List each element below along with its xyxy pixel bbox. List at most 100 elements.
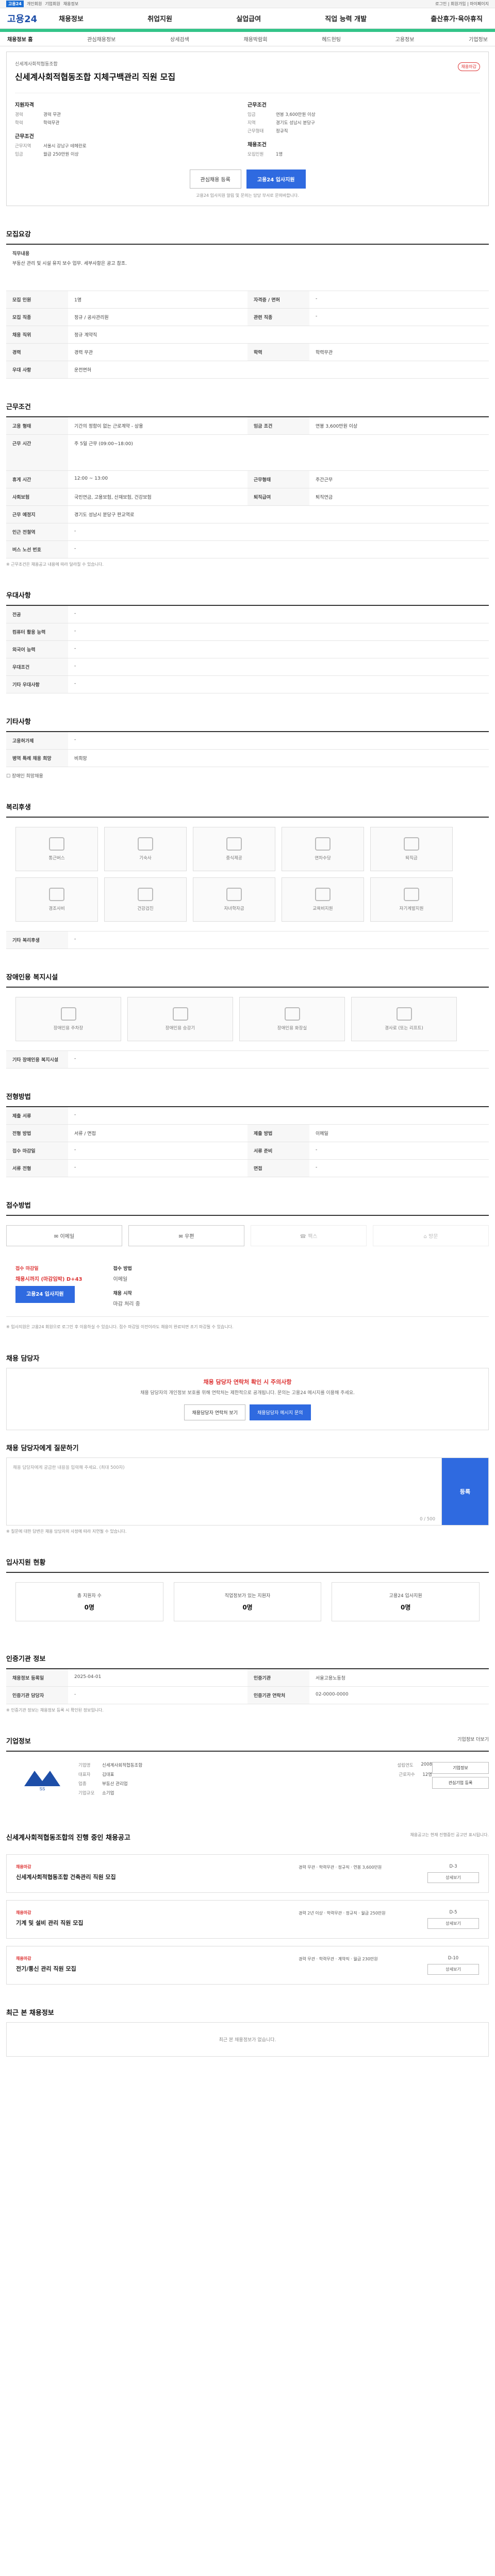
topbar-logo[interactable]: 고용24 [6, 1, 24, 7]
welfare-label: 경조사비 [48, 906, 65, 911]
question-submit-button[interactable]: 등록 [442, 1458, 488, 1525]
job-card[interactable]: 채용마감 전기/통신 관리 직원 모집 경력 무관 · 학력무관 · 계약직 · … [6, 1945, 489, 1985]
row-cell: - [74, 1112, 76, 1117]
subtab-search[interactable]: 상세검색 [170, 35, 189, 43]
job-card-title[interactable]: 신세계사회적협동조합 건축관리 직원 모집 [16, 1873, 299, 1881]
summary-key: 경력 [15, 112, 23, 117]
nav-benefit[interactable]: 실업급여 [236, 13, 261, 23]
topbar-item-jobs[interactable]: 채용정보 [63, 1, 78, 7]
nav-support[interactable]: 취업지원 [147, 13, 172, 23]
company-box: SS 기업명 신세계사회적협동조합 설립연도 2008 대표자 김대표 근로자수 12명 업… [6, 1750, 489, 1809]
apply-button[interactable]: 고용24 입사지원 [246, 170, 306, 189]
topbar-right-links[interactable]: 로그인 | 회원가입 | 마이페이지 [435, 1, 489, 7]
company-key: 설립연도 [397, 1762, 414, 1768]
row-cell: 02-0000-0000 [316, 1691, 349, 1697]
section-title: 입사지원 현황 [6, 1558, 46, 1567]
table-row: 우대조건 - [6, 658, 489, 676]
question-textarea[interactable]: 채용 담당자에게 궁금한 내용을 입력해 주세요. (최대 500자) 0 / … [7, 1458, 442, 1525]
question-placeholder: 채용 담당자에게 궁금한 내용을 입력해 주세요. (최대 500자) [13, 1465, 125, 1470]
elevator-icon [172, 1007, 188, 1021]
company-interest-button[interactable]: 관심기업 등록 [432, 1776, 489, 1789]
job-card[interactable]: 채용마감 기계 및 설비 관리 직원 모집 경력 2년 이상 · 학력무관 · 정… [6, 1900, 489, 1939]
facility-item: 장애인용 주차장 [15, 997, 121, 1041]
recent-section: 최근 본 채용정보 최근 본 채용정보가 없습니다. [6, 2007, 489, 2057]
row-header: 인증기관 [248, 1669, 309, 1686]
facility-item: 경사로 (또는 리프트) [351, 997, 457, 1041]
stat-card: 고용24 입사지원 0명 [332, 1582, 480, 1621]
table-row: 기타 복리후생 - [6, 931, 489, 949]
job-card-title[interactable]: 전기/통신 관리 직원 모집 [16, 1964, 299, 1973]
row-cell: 운전면허 [74, 368, 92, 373]
nav-training[interactable]: 직업 능력 개발 [325, 13, 367, 23]
summary-left: 지원자격 경력 경력 무관 학력 학력무관 근무조건 근무지역 서울시 강남구 테헤란… [15, 100, 248, 159]
gift-icon [49, 888, 64, 901]
stat-card: 직업정보가 있는 지원자 0명 [173, 1582, 322, 1621]
company-info-button[interactable]: 기업정보 [432, 1761, 489, 1774]
row-cell: - [74, 737, 76, 742]
company-value: 소기업 [102, 1790, 114, 1796]
apply-button-2[interactable]: 고용24 입사지원 [15, 1286, 75, 1303]
subtab-fair[interactable]: 채용박람회 [244, 35, 268, 43]
education-icon [315, 888, 331, 901]
job-card-meta: 경력 무관 · 학력무관 · 계약직 · 월급 230만원 [299, 1956, 378, 1961]
site-logo[interactable]: 고용24 [7, 12, 59, 25]
message-contact-button[interactable]: 채용담당자 메시지 문의 [250, 1404, 311, 1420]
welfare-label: 퇴직금 [405, 856, 418, 861]
summary-value: 연봉 3,600만원 이상 [276, 112, 316, 117]
apply-deadline: 접수 마감일 채용시까지 (마감임박) D+43 고용24 입사지원 [15, 1265, 82, 1307]
row-header: 근무 시간 [6, 435, 68, 470]
row-header: 채용 직위 [6, 326, 68, 343]
job-card-detail-button[interactable]: 상세보기 [427, 1963, 479, 1975]
row-header: 근무 예정지 [6, 506, 68, 523]
summary-row: 임금 월급 250만원 이상 [15, 151, 241, 157]
view-contact-button[interactable]: 채용담당자 연락처 보기 [184, 1404, 245, 1420]
ramp-icon [396, 1007, 412, 1021]
section-title: 접수방법 [6, 1202, 31, 1210]
welfare-label: 기숙사 [139, 856, 152, 861]
extra-section: 기타사항 고용허가제 - 병역 특례 채용 희망 비희망 ☐ 장애인 희망채용 [6, 716, 489, 779]
subtab-headhunt[interactable]: 헤드헌팅 [322, 35, 341, 43]
job-card-right: D-10 상세보기 [427, 1956, 479, 1975]
job-card[interactable]: 채용마감 신세계사회적협동조합 건축관리 직원 모집 경력 무관 · 학력무관 ·… [6, 1854, 489, 1893]
row-header: 접수 마감일 [6, 1142, 68, 1159]
nav-jobs[interactable]: 채용정보 [59, 13, 84, 23]
health-icon [138, 888, 153, 901]
subtab-employ[interactable]: 고용정보 [395, 35, 415, 43]
method-label: 팩스 [308, 1234, 318, 1240]
section-title: 채용 담당자 [6, 1355, 40, 1363]
stat-number: 0명 [242, 1603, 253, 1611]
facility-label: 장애인용 화장실 [277, 1026, 307, 1031]
job-card-detail-button[interactable]: 상세보기 [427, 1872, 479, 1883]
subtab-company[interactable]: 기업정보 [469, 35, 488, 43]
save-interest-button[interactable]: 관심채용 등록 [189, 170, 241, 189]
job-card-dday: D-5 [449, 1909, 457, 1915]
row-header: 근무형태 [248, 471, 309, 488]
table-row: 외국어 능력 - [6, 641, 489, 658]
topbar-item-company[interactable]: 기업회원 [45, 1, 60, 7]
subtab-home[interactable]: 채용정보 홈 [7, 35, 32, 43]
apply-note: 고용24 입사지원 알림 및 문의는 담당 부서로 문의바랍니다. [196, 193, 299, 198]
company-more-link[interactable]: 기업정보 더보기 [457, 1736, 489, 1751]
row-header: 자격증 / 면허 [248, 291, 309, 308]
job-card-detail-button[interactable]: 상세보기 [427, 1918, 479, 1929]
job-card-title[interactable]: 기계 및 설비 관리 직원 모집 [16, 1919, 299, 1927]
topbar-item-personal[interactable]: 개인회원 [27, 1, 42, 7]
job-card-meta: 경력 무관 · 학력무관 · 정규직 · 연봉 3,600만원 [299, 1865, 382, 1870]
subtab-interest[interactable]: 관심채용정보 [87, 35, 116, 43]
welfare-label: 교육비지원 [312, 906, 333, 911]
nav-leave[interactable]: 출산휴가·육아휴직 [431, 13, 483, 23]
company-value: 부동산 관리업 [102, 1781, 128, 1787]
stat-label: 직업정보가 있는 지원자 [224, 1593, 271, 1599]
row-cell: - [74, 664, 76, 669]
company-name[interactable]: 신세계사회적협동조합 [15, 60, 480, 67]
row-header: 사회보험 [6, 488, 68, 505]
calendar-icon [315, 837, 331, 851]
row-cell: 정규 / 공사관리원 [74, 315, 109, 320]
section-title: 모집요강 [6, 231, 31, 239]
meal-icon [226, 837, 242, 851]
svg-text:SS: SS [40, 1787, 45, 1791]
summary-value: 학력무관 [43, 121, 60, 126]
section-title: 기타사항 [6, 718, 31, 726]
preference-section: 우대사항 전공 - 컴퓨터 활용 능력 - 외국어 능력 - 우대조건 - 기타 우대사… [6, 590, 489, 693]
company-value: 신세계사회적협동조합 [102, 1762, 143, 1768]
